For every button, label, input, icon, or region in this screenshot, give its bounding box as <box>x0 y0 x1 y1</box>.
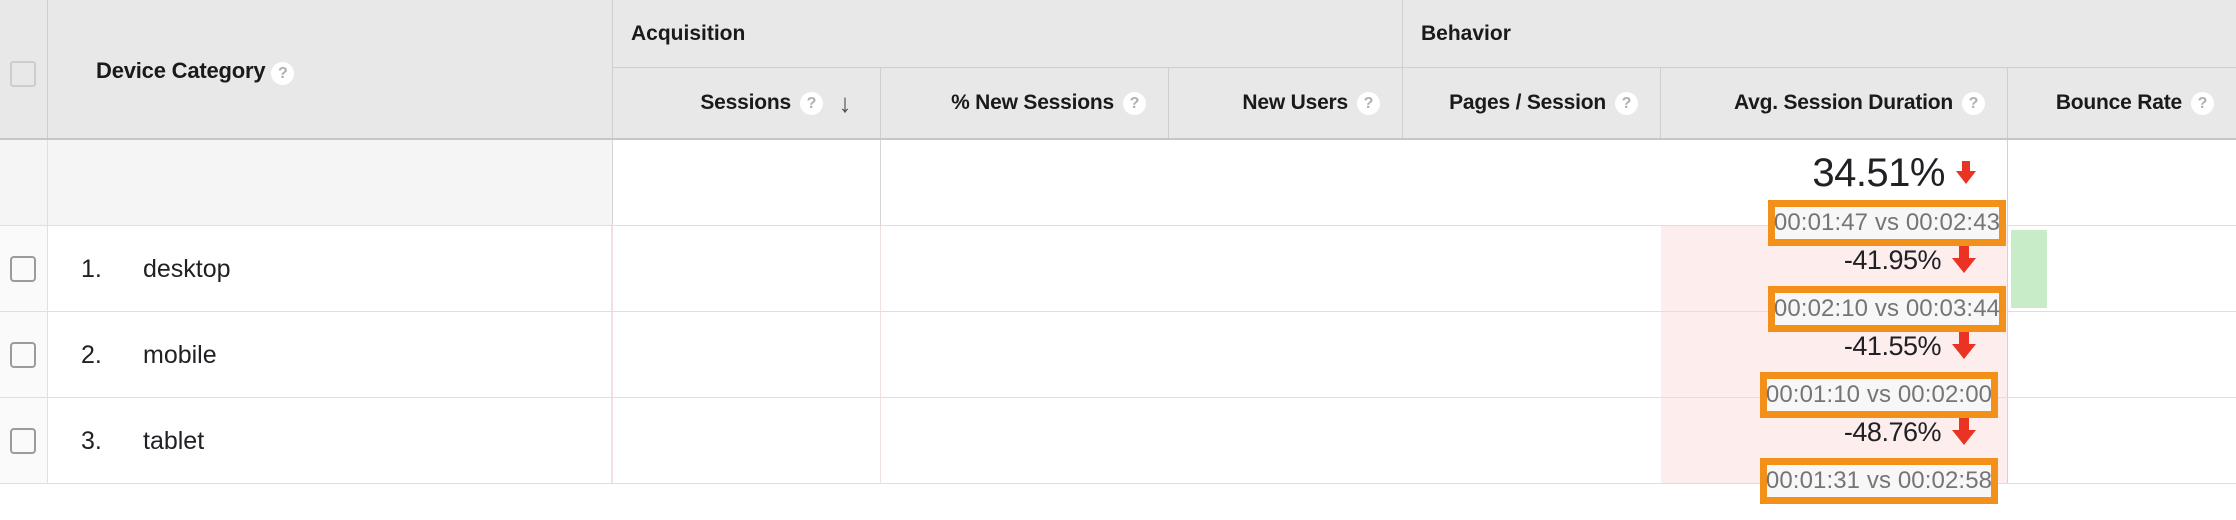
help-question-icon[interactable]: ? <box>271 62 295 85</box>
arrow-down-icon <box>1952 332 1976 359</box>
pages-per-session-cell <box>1403 226 1661 311</box>
dimension-value-link[interactable]: tablet <box>143 426 204 456</box>
analytics-data-table: Device Category ? Acquisition Behavior S… <box>0 0 2236 520</box>
dimension-cell <box>48 140 613 225</box>
positive-comparison-bar <box>2011 230 2047 308</box>
annotation-box-tablet-comparison: 00:01:31 vs 00:02:58 <box>1760 458 1998 504</box>
dimension-value-link[interactable]: mobile <box>143 340 217 370</box>
column-header-inner: Pages / Session ? <box>1449 68 1638 138</box>
comparison-text: 00:01:10 vs 00:02:00 <box>1765 381 1993 408</box>
arrow-down-icon <box>1956 161 1976 184</box>
column-header-label: % New Sessions <box>951 91 1114 114</box>
comparison-text: 00:01:31 vs 00:02:58 <box>1765 467 1993 494</box>
column-header-inner: % New Sessions ? <box>951 68 1146 138</box>
help-question-icon[interactable]: ? <box>1123 91 1146 115</box>
sessions-cell <box>613 398 881 483</box>
dimension-header-label-wrap: Device Category ? <box>96 58 295 85</box>
dimension-header-cell[interactable]: Device Category ? <box>48 0 613 138</box>
dimension-header-label: Device Category <box>96 58 266 83</box>
sort-descending-icon[interactable]: ↓ <box>832 90 858 116</box>
arrow-down-icon <box>1952 418 1976 445</box>
help-question-icon[interactable]: ? <box>800 91 823 115</box>
percent-change-wrap: 34.51% <box>1812 150 1977 196</box>
row-index: 2. <box>81 340 102 369</box>
column-header-pct-new-sessions[interactable]: % New Sessions ? <box>881 68 1169 138</box>
dimension-value-link[interactable]: desktop <box>143 254 231 284</box>
column-header-label: Avg. Session Duration <box>1733 91 1953 114</box>
arrow-down-icon <box>1952 246 1976 273</box>
table-header: Device Category ? Acquisition Behavior S… <box>0 0 2236 140</box>
column-header-label: Bounce Rate <box>2055 91 2182 114</box>
percent-change-value: -41.55% <box>1843 331 1942 361</box>
dimension-cell: 1. desktop <box>48 226 613 311</box>
help-question-icon[interactable]: ? <box>2191 91 2214 115</box>
row-checkbox[interactable] <box>10 427 36 454</box>
column-group-label: Behavior <box>1421 22 1511 45</box>
comparison-text: 00:01:47 vs 00:02:43 <box>1773 209 2001 236</box>
dimension-cell: 2. mobile <box>48 312 613 397</box>
select-all-checkbox[interactable] <box>10 61 36 87</box>
row-checkbox[interactable] <box>10 255 36 282</box>
pct-new-sessions-cell <box>881 226 1169 311</box>
percent-change-wrap: -48.76% <box>1844 416 1977 448</box>
column-group-label: Acquisition <box>631 22 746 45</box>
pct-new-sessions-cell <box>881 312 1169 397</box>
pages-per-session-cell <box>1403 140 1661 225</box>
column-header-label: New Users <box>1242 91 1348 114</box>
sessions-cell <box>613 140 881 225</box>
percent-change-value: 34.51% <box>1812 151 1945 195</box>
percent-change-value: -48.76% <box>1843 417 1942 447</box>
new-users-cell <box>1169 140 1403 225</box>
new-users-cell <box>1169 398 1403 483</box>
column-header-new-users[interactable]: New Users ? <box>1169 68 1403 138</box>
help-question-icon[interactable]: ? <box>1357 91 1380 115</box>
column-header-inner: Bounce Rate ? <box>2056 68 2214 138</box>
new-users-cell <box>1169 312 1403 397</box>
row-index: 3. <box>81 426 102 455</box>
pct-new-sessions-cell <box>881 398 1169 483</box>
column-header-bounce-rate[interactable]: Bounce Rate ? <box>2008 68 2236 138</box>
dimension-cell: 3. tablet <box>48 398 613 483</box>
new-users-cell <box>1169 226 1403 311</box>
column-header-inner: Sessions ? ↓ <box>700 68 858 138</box>
sessions-cell <box>613 312 881 397</box>
bounce-rate-cell <box>2008 140 2236 225</box>
pages-per-session-cell <box>1403 398 1661 483</box>
column-group-acquisition: Acquisition <box>613 0 1403 68</box>
column-header-inner: New Users ? <box>1242 68 1380 138</box>
bounce-rate-cell <box>2008 226 2236 311</box>
column-header-pages-per-session[interactable]: Pages / Session ? <box>1403 68 1661 138</box>
help-question-icon[interactable]: ? <box>1615 91 1638 115</box>
percent-change-value: -41.95% <box>1843 245 1942 275</box>
comparison-text: 00:02:10 vs 00:03:44 <box>1773 295 2001 322</box>
annotation-box-desktop-comparison: 00:02:10 vs 00:03:44 <box>1768 286 2006 332</box>
help-question-icon[interactable]: ? <box>1962 91 1985 115</box>
pct-new-sessions-cell <box>881 140 1169 225</box>
column-header-label: Pages / Session <box>1449 91 1606 114</box>
column-group-behavior: Behavior <box>1403 0 2236 68</box>
row-index: 1. <box>81 254 102 283</box>
percent-change-wrap: -41.95% <box>1844 244 1977 276</box>
row-checkbox-cell[interactable] <box>0 312 48 397</box>
row-checkbox-cell[interactable] <box>0 398 48 483</box>
annotation-box-mobile-comparison: 00:01:10 vs 00:02:00 <box>1760 372 1998 418</box>
bounce-rate-cell <box>2008 398 2236 483</box>
row-checkbox-cell <box>0 140 48 225</box>
pages-per-session-cell <box>1403 312 1661 397</box>
bounce-rate-cell <box>2008 312 2236 397</box>
annotation-box-summary-comparison: 00:01:47 vs 00:02:43 <box>1768 200 2006 246</box>
percent-change-wrap: -41.55% <box>1844 330 1977 362</box>
column-header-sessions[interactable]: Sessions ? ↓ <box>613 68 881 138</box>
sessions-cell <box>613 226 881 311</box>
column-header-inner: Avg. Session Duration ? <box>1734 68 1985 138</box>
row-checkbox[interactable] <box>10 341 36 368</box>
row-checkbox-cell[interactable] <box>0 226 48 311</box>
select-all-header-cell[interactable] <box>0 0 48 138</box>
column-header-avg-session-duration[interactable]: Avg. Session Duration ? <box>1661 68 2008 138</box>
column-header-label: Sessions <box>700 91 791 114</box>
